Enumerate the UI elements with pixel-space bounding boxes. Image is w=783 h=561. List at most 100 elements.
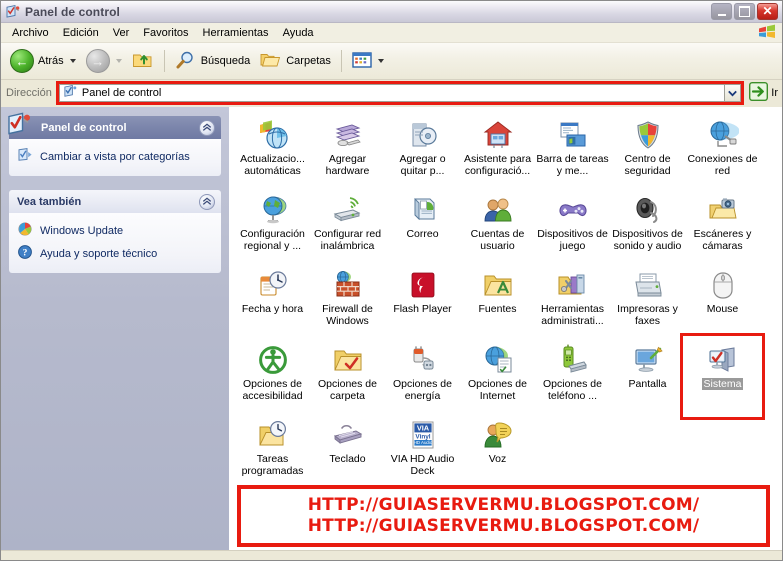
windows-update-icon	[17, 221, 33, 240]
watermark-banner: HTTP://GUIASERVERMU.BLOGSPOT.COM/ HTTP:/…	[237, 485, 770, 547]
cp-opciones-carpeta[interactable]: Opciones de carpeta	[310, 340, 385, 415]
control-panel-item-label: Configurar red inalámbrica	[313, 228, 382, 252]
folders-button[interactable]: Carpetas	[255, 46, 336, 76]
search-button[interactable]: Búsqueda	[170, 46, 256, 76]
address-bar-label: Dirección	[6, 87, 52, 99]
cp-opciones-energia[interactable]: Opciones de energía	[385, 340, 460, 415]
cp-conexiones-red[interactable]: Conexiones de red	[685, 115, 760, 190]
minimize-button[interactable]	[711, 3, 732, 20]
network-setup-wizard-icon	[482, 119, 514, 151]
link-label: Ayuda y soporte técnico	[40, 247, 158, 260]
cp-barra-tareas[interactable]: Barra de tareas y me...	[535, 115, 610, 190]
cp-asistente-configuracion[interactable]: Asistente para configuració...	[460, 115, 535, 190]
forward-button[interactable]: →	[81, 46, 127, 76]
cp-cuentas-usuario[interactable]: Cuentas de usuario	[460, 190, 535, 265]
cp-fecha-hora[interactable]: Fecha y hora	[235, 265, 310, 340]
up-button[interactable]	[127, 46, 159, 76]
watermark-line-2: HTTP://GUIASERVERMU.BLOGSPOT.COM/	[307, 516, 700, 536]
menu-archivo[interactable]: Archivo	[5, 25, 56, 41]
address-input[interactable]: Panel de control	[58, 84, 725, 102]
phone-modem-icon	[557, 344, 589, 376]
back-button[interactable]: ← Atrás	[5, 46, 81, 76]
control-panel-icon	[5, 4, 21, 20]
control-panel-item-label: Barra de tareas y me...	[536, 153, 609, 177]
cp-configuracion-regional[interactable]: Configuración regional y ...	[235, 190, 310, 265]
network-connections-icon	[707, 119, 739, 151]
cp-actualizaciones-automaticas[interactable]: Actualizacio... automáticas	[235, 115, 310, 190]
close-button[interactable]: ✕	[757, 3, 778, 20]
go-button[interactable]: Ir	[749, 81, 778, 104]
mail-icon	[407, 194, 439, 226]
address-control-panel-icon	[63, 84, 78, 102]
cp-voz[interactable]: Voz	[460, 415, 535, 490]
cp-configurar-red-inalambrica[interactable]: Configurar red inalámbrica	[310, 190, 385, 265]
link-cambiar-vista-categorias[interactable]: Cambiar a vista por categorías	[17, 145, 215, 168]
cp-centro-seguridad[interactable]: Centro de seguridad	[610, 115, 685, 190]
cp-impresoras-faxes[interactable]: Impresoras y faxes	[610, 265, 685, 340]
taskbar-startmenu-icon	[557, 119, 589, 151]
panel-control-task-panel-body: Cambiar a vista por categorías	[9, 139, 221, 176]
cp-firewall-windows[interactable]: Firewall de Windows	[310, 265, 385, 340]
cp-dispositivos-juego[interactable]: Dispositivos de juego	[535, 190, 610, 265]
control-panel-item-label: Impresoras y faxes	[617, 303, 678, 327]
explorer-body: Panel de control Cambiar a vista por cat…	[1, 107, 782, 550]
control-panel-item-label: Conexiones de red	[687, 153, 758, 177]
control-panel-item-label: Opciones de accesibilidad	[242, 378, 303, 402]
menu-ayuda[interactable]: Ayuda	[276, 25, 321, 41]
administrative-tools-icon	[557, 269, 589, 301]
panel-title: Panel de control	[41, 121, 127, 134]
cp-agregar-quitar-programas[interactable]: Agregar o quitar p...	[385, 115, 460, 190]
address-value: Panel de control	[81, 87, 162, 99]
cp-teclado[interactable]: Teclado	[310, 415, 385, 490]
mouse-icon	[707, 269, 739, 301]
toolbar: ← Atrás → Búsqueda Carpetas	[1, 43, 782, 80]
window-controls: ✕	[711, 3, 780, 20]
cp-opciones-accesibilidad[interactable]: Opciones de accesibilidad	[235, 340, 310, 415]
link-windows-update[interactable]: Windows Update	[17, 219, 215, 242]
control-panel-item-label: Escáneres y cámaras	[693, 228, 752, 252]
vea-tambien-panel-body: Windows Update ? Ayuda y soporte técnico	[9, 213, 221, 273]
cp-pantalla[interactable]: Pantalla	[610, 340, 685, 415]
menu-ver[interactable]: Ver	[106, 25, 137, 41]
link-ayuda-soporte[interactable]: ? Ayuda y soporte técnico	[17, 242, 215, 265]
cp-flash-player[interactable]: Flash Player	[385, 265, 460, 340]
views-dropdown-caret-icon[interactable]	[377, 59, 384, 63]
wireless-network-icon	[332, 194, 364, 226]
cp-agregar-hardware[interactable]: Agregar hardware	[310, 115, 385, 190]
chevron-up-icon[interactable]	[199, 193, 215, 210]
back-dropdown-caret-icon[interactable]	[69, 59, 76, 63]
menu-favoritos[interactable]: Favoritos	[136, 25, 195, 41]
game-controller-icon	[557, 194, 589, 226]
sounds-audio-icon	[632, 194, 664, 226]
cp-mouse[interactable]: Mouse	[685, 265, 760, 340]
control-panel-item-label: Tareas programadas	[241, 453, 304, 477]
fonts-folder-icon	[482, 269, 514, 301]
menu-herramientas[interactable]: Herramientas	[196, 25, 276, 41]
cp-opciones-telefono[interactable]: Opciones de teléfono ...	[535, 340, 610, 415]
cp-sistema[interactable]: Sistema	[685, 340, 760, 415]
address-dropdown-button[interactable]	[724, 84, 742, 102]
cp-via-hd-audio-deck[interactable]: VIA Vinyl HD Audio VIA HD Audio Deck	[385, 415, 460, 490]
control-panel-item-label: Dispositivos de sonido y audio	[612, 228, 683, 252]
control-panel-content: Actualizacio... automáticas Agregar hard…	[229, 107, 782, 550]
go-button-label: Ir	[771, 87, 778, 99]
control-panel-item-label: Opciones de energía	[393, 378, 452, 402]
address-bar: Dirección Panel de control Ir	[1, 80, 782, 106]
panel-control-task-panel-header[interactable]: Panel de control	[8, 112, 221, 139]
cp-herramientas-administrativas[interactable]: Herramientas administrati...	[535, 265, 610, 340]
cp-dispositivos-sonido-audio[interactable]: Dispositivos de sonido y audio	[610, 190, 685, 265]
control-panel-item-label: Fecha y hora	[241, 303, 304, 315]
cp-correo[interactable]: Correo	[385, 190, 460, 265]
cp-fuentes[interactable]: Fuentes	[460, 265, 535, 340]
cp-opciones-internet[interactable]: Opciones de Internet	[460, 340, 535, 415]
maximize-button[interactable]	[734, 3, 755, 20]
views-button[interactable]	[347, 46, 389, 76]
menu-edicion[interactable]: Edición	[56, 25, 106, 41]
vea-tambien-panel-header[interactable]: Vea también	[9, 190, 221, 213]
cp-escaneres-camaras[interactable]: Escáneres y cámaras	[685, 190, 760, 265]
security-center-icon	[632, 119, 664, 151]
control-panel-item-label: Sistema	[701, 378, 744, 390]
chevron-up-icon[interactable]	[199, 119, 215, 136]
control-panel-item-label: Correo	[406, 228, 439, 240]
cp-tareas-programadas[interactable]: Tareas programadas	[235, 415, 310, 490]
